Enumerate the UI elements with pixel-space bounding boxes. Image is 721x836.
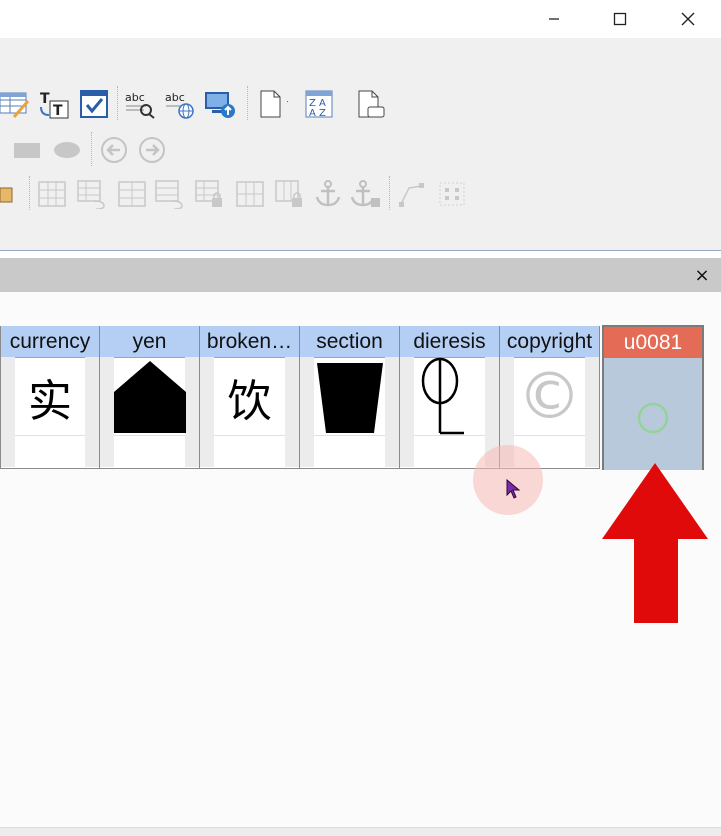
toolbar-separator	[389, 176, 390, 210]
svg-text:T: T	[53, 103, 63, 119]
grid-columns-lock-icon	[275, 180, 302, 207]
toolbar-separator	[91, 132, 92, 166]
arrow-left-icon	[101, 137, 127, 163]
glyph-name: section	[300, 326, 399, 358]
anchor-lock-icon	[350, 180, 380, 207]
curve-edit-button[interactable]	[396, 178, 428, 210]
close-icon	[681, 12, 695, 26]
arrow-right-icon	[139, 137, 165, 163]
grid-undo-button[interactable]	[76, 178, 108, 210]
glyph-cell-brokenbar[interactable]: broken… 饮	[200, 326, 300, 469]
page-options-button[interactable]	[354, 88, 386, 120]
anchor-button[interactable]	[312, 178, 344, 210]
empty-circle-glyph	[604, 378, 702, 458]
grid-columns-button[interactable]	[234, 178, 266, 210]
text-direction-icon: T T	[40, 91, 69, 119]
rectangle-icon	[14, 143, 40, 158]
anchor-lock-button[interactable]	[350, 178, 382, 210]
glyph-preview: ©	[517, 360, 582, 434]
glyph-name: yen	[100, 326, 199, 358]
anchor-icon	[315, 180, 341, 207]
glyph-cell-yen[interactable]: yen	[100, 326, 200, 469]
monitor-upload-icon	[205, 92, 235, 118]
svg-text:A Z: A Z	[309, 108, 326, 119]
mouse-cursor-icon	[506, 479, 521, 499]
glyph-name: currency	[1, 326, 99, 358]
grid-rows-undo-icon	[155, 180, 183, 209]
frame-button[interactable]	[0, 178, 14, 210]
toolbar-separator	[247, 86, 248, 120]
table-edit-icon	[0, 92, 30, 118]
grid-button[interactable]	[36, 178, 68, 210]
grid-rows-icon	[118, 181, 146, 207]
monitor-upload-button[interactable]	[204, 88, 236, 120]
select-points-button[interactable]	[436, 178, 468, 210]
sort-az-icon: Z A A Z	[305, 90, 333, 119]
checkbox-button[interactable]	[78, 88, 110, 120]
minimize-icon	[549, 18, 559, 20]
glyph-cell-u0081-selected[interactable]: u0081	[602, 325, 704, 470]
rectangle-button[interactable]	[10, 134, 44, 166]
dieresis-glyph	[400, 357, 499, 437]
glyph-name: u0081	[604, 327, 702, 359]
panel-close-button[interactable]: ×	[693, 264, 711, 286]
minimize-button[interactable]	[531, 0, 577, 38]
grid-columns-icon	[236, 181, 264, 207]
svg-text:abc: abc	[125, 91, 145, 104]
text-direction-button[interactable]: T T	[38, 88, 70, 120]
grid-icon	[38, 181, 66, 207]
glyph-cell-dieresis[interactable]: dieresis	[400, 326, 500, 469]
glyph-panel-header: ×	[0, 258, 721, 292]
new-document-icon	[260, 90, 288, 118]
glyph-cell-section[interactable]: section	[300, 326, 400, 469]
title-bar	[0, 0, 721, 38]
toolbar: T T abc abc Z A A Z	[0, 38, 721, 251]
grid-lock-button[interactable]	[194, 178, 226, 210]
ellipse-button[interactable]	[50, 134, 84, 166]
grid-rows-undo-button[interactable]	[154, 178, 186, 210]
toolbar-separator	[117, 86, 118, 120]
sort-az-button[interactable]: Z A A Z	[302, 88, 334, 120]
maximize-icon	[613, 12, 627, 26]
grid-undo-icon	[77, 180, 105, 209]
glyph-name: broken…	[200, 326, 299, 358]
glyph-preview: 实	[28, 376, 72, 427]
curve-edit-icon	[399, 183, 424, 207]
close-icon: ×	[694, 264, 710, 286]
svg-text:abc: abc	[165, 91, 185, 104]
svg-text:T: T	[40, 91, 50, 107]
glyph-cell-currency[interactable]: currency 实	[0, 326, 100, 469]
table-edit-button[interactable]	[0, 88, 32, 120]
toolbar-separator	[29, 176, 30, 210]
glyph-preview: 饮	[227, 376, 272, 427]
arrow-left-button[interactable]	[98, 134, 130, 166]
checkbox-icon	[80, 90, 108, 118]
trapezoid-glyph	[300, 357, 399, 437]
spellcheck-web-button[interactable]: abc	[164, 88, 196, 120]
spellcheck-web-icon: abc	[165, 91, 194, 119]
new-document-button[interactable]	[256, 88, 288, 120]
close-button[interactable]	[665, 0, 711, 38]
glyph-name: dieresis	[400, 326, 499, 358]
grid-columns-lock-button[interactable]	[274, 178, 306, 210]
glyph-grid: currency 实 yen broken… 饮 section dieresi…	[0, 325, 704, 470]
grid-rows-button[interactable]	[116, 178, 148, 210]
spellcheck-icon: abc	[125, 91, 155, 119]
maximize-button[interactable]	[597, 0, 643, 38]
pentagon-glyph	[100, 357, 199, 437]
frame-icon	[0, 187, 13, 203]
select-points-icon	[439, 182, 465, 206]
spellcheck-button[interactable]: abc	[124, 88, 156, 120]
page-options-icon	[358, 90, 385, 118]
glyph-name: copyright	[500, 326, 599, 358]
ellipse-icon	[54, 142, 80, 158]
grid-lock-icon	[195, 180, 222, 207]
arrow-right-button[interactable]	[136, 134, 168, 166]
red-arrow-annotation-icon	[602, 463, 708, 623]
